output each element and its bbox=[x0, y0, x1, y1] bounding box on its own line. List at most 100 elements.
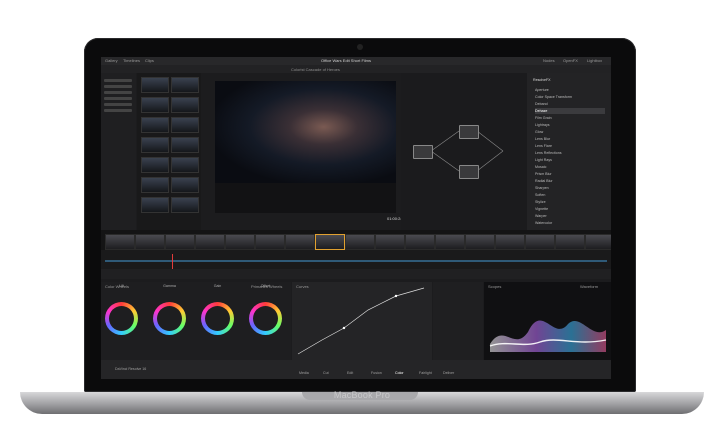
screen: Gallery Timelines Clips Office Wars Edit… bbox=[101, 57, 611, 379]
effect-item[interactable]: Lens Blur bbox=[535, 136, 605, 142]
menu-nodes[interactable]: Nodes bbox=[543, 58, 555, 63]
effect-item[interactable]: Radial Blur bbox=[535, 178, 605, 184]
clip-thumbnail[interactable] bbox=[195, 234, 225, 250]
effect-item[interactable]: Lens Reflections bbox=[535, 150, 605, 156]
node-editor[interactable] bbox=[401, 73, 527, 230]
thumbnail[interactable] bbox=[171, 137, 199, 153]
viewer-controls bbox=[215, 183, 396, 213]
effect-item[interactable]: Stylize bbox=[535, 199, 605, 205]
thumbnail[interactable] bbox=[171, 197, 199, 213]
clip-thumbnail[interactable] bbox=[585, 234, 611, 250]
thumbnail[interactable] bbox=[171, 157, 199, 173]
effects-header: ResolveFX bbox=[533, 78, 551, 82]
clip-thumbnail[interactable] bbox=[525, 234, 555, 250]
effect-item[interactable]: Soften bbox=[535, 192, 605, 198]
clip-thumbnail[interactable] bbox=[435, 234, 465, 250]
effect-item[interactable]: Lightrays bbox=[535, 122, 605, 128]
scope-title: Scopes bbox=[488, 284, 502, 289]
thumbnail[interactable] bbox=[141, 177, 169, 193]
clip-thumbnail[interactable] bbox=[165, 234, 195, 250]
tab-media[interactable]: Media bbox=[299, 371, 309, 375]
gallery-thumbnails bbox=[137, 73, 201, 230]
viewer-title: Colorist Cascade of Heroes bbox=[291, 66, 340, 72]
effect-item[interactable]: Watercolor bbox=[535, 220, 605, 226]
effect-item[interactable]: Dehaze bbox=[535, 108, 605, 114]
color-wheels-panel: Color Wheels Primaries Wheels Lift Gamma… bbox=[101, 282, 291, 360]
tab-fusion[interactable]: Fusion bbox=[371, 371, 382, 375]
thumbnail[interactable] bbox=[171, 177, 199, 193]
thumbnail[interactable] bbox=[171, 77, 199, 93]
effect-item[interactable]: Color Space Transform bbox=[535, 94, 605, 100]
menu-openfx[interactable]: OpenFX bbox=[563, 58, 578, 63]
node[interactable] bbox=[459, 125, 479, 139]
menu-timelines[interactable]: Timelines bbox=[123, 58, 140, 63]
effect-item[interactable]: Sharpen bbox=[535, 185, 605, 191]
page-navigation: DaVinci Resolve 16 Media Cut Edit Fusion Col… bbox=[101, 360, 611, 379]
tab-fairlight[interactable]: Fairlight bbox=[419, 371, 432, 375]
node[interactable] bbox=[459, 165, 479, 179]
curves-panel[interactable]: Curves bbox=[292, 282, 432, 360]
clip-thumbnail[interactable] bbox=[315, 234, 345, 250]
menu-clips[interactable]: Clips bbox=[145, 58, 154, 63]
thumbnail[interactable] bbox=[141, 97, 169, 113]
thumbnail[interactable] bbox=[141, 117, 169, 133]
menu-gallery[interactable]: Gallery bbox=[105, 58, 118, 63]
thumbnail[interactable] bbox=[141, 157, 169, 173]
thumbnail[interactable] bbox=[141, 137, 169, 153]
effect-item[interactable]: Lens Flare bbox=[535, 143, 605, 149]
list-item[interactable] bbox=[104, 97, 132, 100]
thumbnail[interactable] bbox=[171, 97, 199, 113]
effect-item[interactable]: Vignette bbox=[535, 206, 605, 212]
scope-mode[interactable]: Waveform bbox=[580, 284, 598, 289]
clip-thumbnail[interactable] bbox=[135, 234, 165, 250]
gain-wheel[interactable] bbox=[201, 302, 234, 335]
clip-thumbnail[interactable] bbox=[555, 234, 585, 250]
tab-deliver[interactable]: Deliver bbox=[443, 371, 454, 375]
clip-thumbnail[interactable] bbox=[495, 234, 525, 250]
clip-thumbnail[interactable] bbox=[105, 234, 135, 250]
effect-item[interactable]: Prism Blur bbox=[535, 171, 605, 177]
clip-thumbnail[interactable] bbox=[255, 234, 285, 250]
node[interactable] bbox=[413, 145, 433, 159]
clip-thumbnail[interactable] bbox=[345, 234, 375, 250]
viewer-toolbar: Colorist Cascade of Heroes bbox=[101, 65, 611, 73]
wheel-label-lift: Lift bbox=[119, 284, 124, 288]
tab-color[interactable]: Color bbox=[395, 371, 404, 375]
curves-title: Curves bbox=[296, 284, 309, 289]
effect-item[interactable]: Warper bbox=[535, 213, 605, 219]
effects-library: ResolveFX Aperture Color Space Transform D… bbox=[527, 73, 611, 230]
clip-thumbnail[interactable] bbox=[405, 234, 435, 250]
camera-dot bbox=[357, 44, 363, 50]
thumbnail[interactable] bbox=[141, 77, 169, 93]
list-item[interactable] bbox=[104, 85, 132, 88]
effect-item[interactable]: Deband bbox=[535, 101, 605, 107]
lift-wheel[interactable] bbox=[105, 302, 138, 335]
menu-lightbox[interactable]: Lightbox bbox=[587, 58, 602, 63]
gamma-wheel[interactable] bbox=[153, 302, 186, 335]
thumbnail[interactable] bbox=[141, 197, 169, 213]
list-item[interactable] bbox=[104, 79, 132, 82]
list-item[interactable] bbox=[104, 109, 132, 112]
clip-thumbnail[interactable] bbox=[465, 234, 495, 250]
brand-label: MacBook Pro bbox=[333, 390, 391, 400]
thumbnail[interactable] bbox=[171, 117, 199, 133]
effect-item[interactable]: Film Grain bbox=[535, 115, 605, 121]
wheel-label-gamma: Gamma bbox=[163, 284, 176, 288]
clip-thumbnail[interactable] bbox=[285, 234, 315, 250]
effect-item[interactable]: Light Rays bbox=[535, 157, 605, 163]
curve-graph bbox=[297, 287, 425, 355]
tab-cut[interactable]: Cut bbox=[323, 371, 329, 375]
effect-item[interactable]: Glow bbox=[535, 129, 605, 135]
viewer-image[interactable] bbox=[215, 81, 396, 183]
timeline-track bbox=[105, 260, 607, 262]
wheel-label-gain: Gain bbox=[213, 284, 222, 288]
app-name: DaVinci Resolve 16 bbox=[115, 367, 147, 371]
effect-item[interactable]: Mosaic bbox=[535, 164, 605, 170]
clip-thumbnail[interactable] bbox=[225, 234, 255, 250]
list-item[interactable] bbox=[104, 91, 132, 94]
effect-item[interactable]: Aperture bbox=[535, 87, 605, 93]
tab-edit[interactable]: Edit bbox=[347, 371, 353, 375]
list-item[interactable] bbox=[104, 103, 132, 106]
offset-wheel[interactable] bbox=[249, 302, 282, 335]
clip-thumbnail[interactable] bbox=[375, 234, 405, 250]
